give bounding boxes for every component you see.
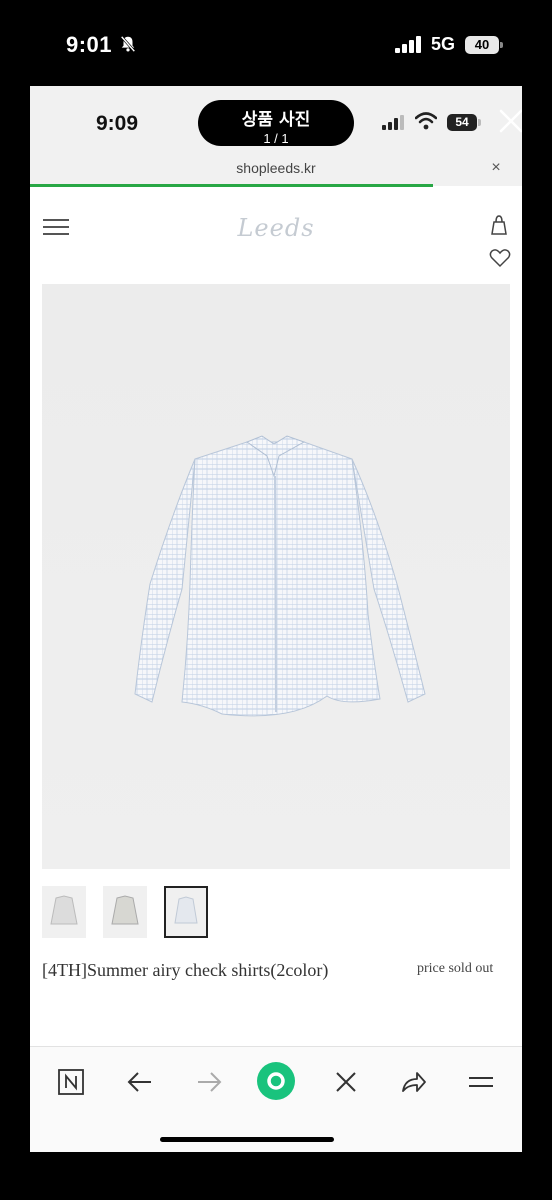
battery-icon: 54 (447, 114, 481, 131)
thumbnail[interactable] (42, 886, 86, 938)
menu-icon[interactable] (43, 218, 69, 236)
inner-status-bar: 9:09 상품 사진 1 / 1 54 shopleeds.kr × (30, 86, 522, 187)
signal-icon (395, 36, 421, 53)
thumbnail-selected[interactable] (164, 886, 208, 938)
signal-icon (382, 115, 404, 130)
bell-slash-icon (120, 35, 136, 53)
wifi-icon (415, 112, 437, 130)
product-name[interactable]: [4TH]Summer airy check shirts(2color) (42, 960, 328, 981)
network-label: 5G (431, 34, 456, 54)
home-indicator[interactable] (160, 1137, 334, 1142)
load-progress-bar (30, 184, 434, 187)
inner-time: 9:09 (96, 112, 139, 135)
green-home-icon[interactable] (256, 1061, 296, 1101)
menu-icon[interactable] (466, 1067, 496, 1097)
address-bar-url[interactable]: shopleeds.kr (30, 160, 522, 176)
battery-level: 40 (465, 36, 499, 54)
close-viewer-icon[interactable] (498, 108, 522, 134)
battery-icon: 40 (465, 36, 503, 54)
shirt-thumbnail-icon (174, 896, 198, 924)
site-logo[interactable]: Leeds (190, 214, 362, 242)
photo-viewer-pill: 상품 사진 1 / 1 (198, 100, 354, 146)
heart-icon[interactable] (489, 248, 511, 268)
forward-arrow-icon[interactable] (194, 1067, 224, 1097)
outer-status-bar: 9:01 5G 40 (0, 0, 552, 86)
close-icon[interactable]: × (488, 160, 504, 176)
shirt-thumbnail-icon (111, 895, 139, 925)
thumbnail[interactable] (103, 886, 147, 938)
shirt-thumbnail-icon (50, 895, 78, 925)
product-image[interactable] (42, 284, 510, 869)
battery-level: 54 (447, 114, 477, 131)
share-icon[interactable] (398, 1067, 428, 1097)
product-price: price sold out (417, 961, 494, 976)
photo-viewer-count: 1 / 1 (263, 131, 289, 146)
outer-time: 9:01 (66, 32, 113, 57)
photo-viewer-title: 상품 사진 (241, 110, 311, 130)
naver-icon[interactable] (56, 1067, 86, 1097)
shirt-illustration (134, 435, 426, 717)
screenshot-viewer: 9:09 상품 사진 1 / 1 54 shopleeds.kr × Leeds… (30, 86, 522, 1152)
bag-icon[interactable] (489, 215, 509, 235)
back-arrow-icon[interactable] (125, 1067, 155, 1097)
close-icon[interactable] (331, 1067, 361, 1097)
